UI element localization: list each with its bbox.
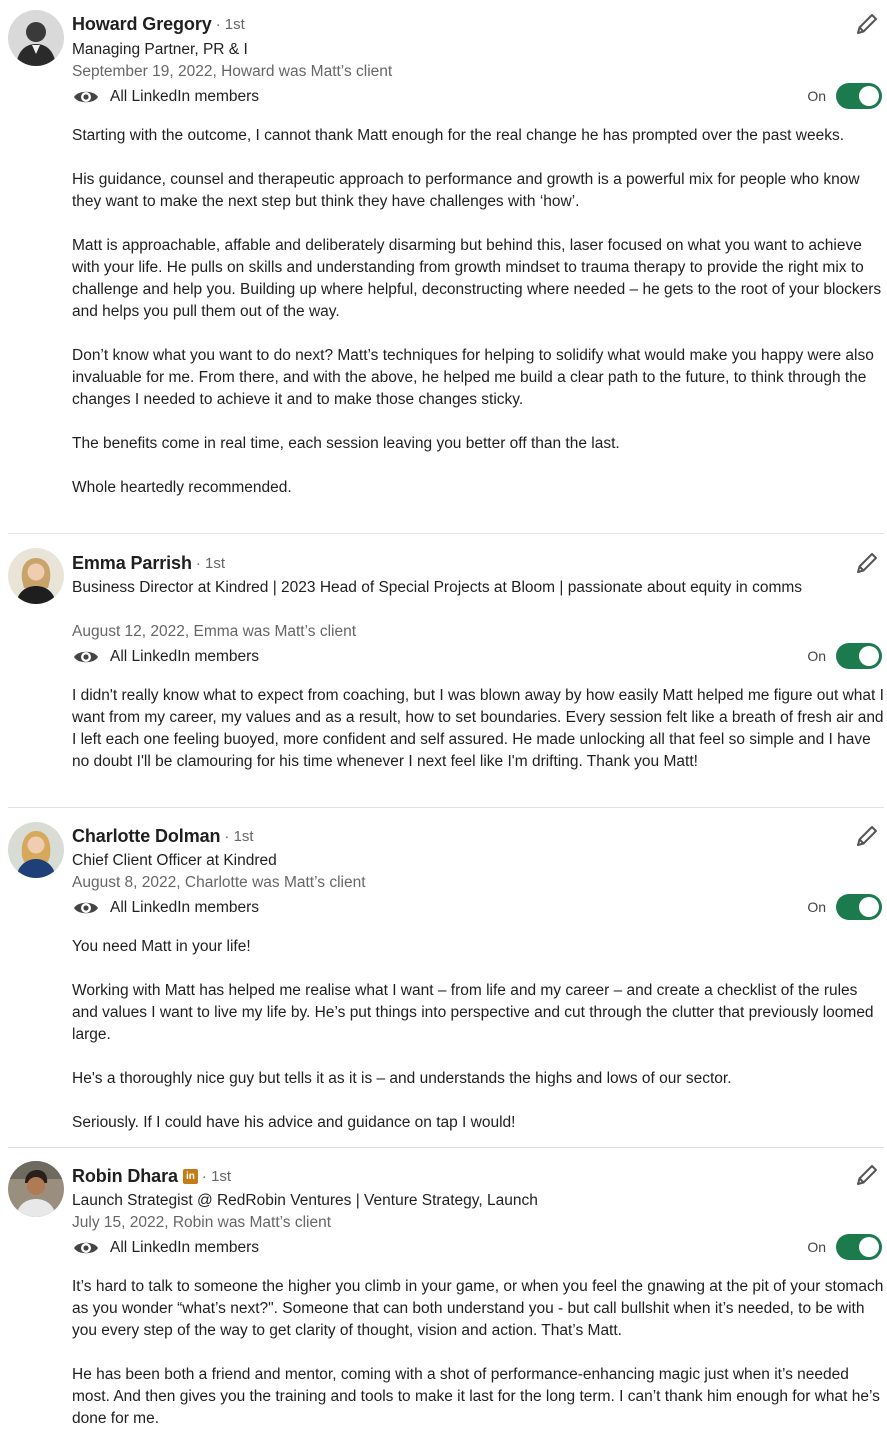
- visibility-toggle[interactable]: [836, 1234, 882, 1260]
- recommendation-paragraph: Working with Matt has helped me realise …: [72, 982, 874, 1043]
- edit-pencil-icon[interactable]: [853, 549, 881, 577]
- recommendation-paragraph: He's a thoroughly nice guy but tells it …: [72, 1070, 732, 1087]
- member-headline: Business Director at Kindred | 2023 Head…: [72, 579, 803, 596]
- visibility-toggle[interactable]: [836, 894, 882, 920]
- recommendation-paragraph: Starting with the outcome, I cannot than…: [72, 127, 845, 144]
- member-name[interactable]: Robin Dhara: [72, 1166, 178, 1187]
- visibility-label: All LinkedIn members: [110, 648, 260, 665]
- recommendation-date: August 8, 2022, Charlotte was Matt’s cli…: [72, 874, 366, 891]
- recommendation-item: Emma Parrish · 1st Business Director at …: [0, 534, 887, 808]
- recommendation-item: Robin Dhara in · 1st Launch Strategist @…: [0, 1148, 887, 1440]
- connection-degree: · 1st: [195, 554, 226, 572]
- toggle-knob: [859, 1237, 879, 1257]
- toggle-label: On: [807, 648, 826, 664]
- member-headline: Managing Partner, PR & I: [72, 41, 248, 58]
- avatar[interactable]: [8, 822, 64, 878]
- recommendation-paragraph: Seriously. If I could have his advice an…: [72, 1114, 516, 1131]
- recommendation-text: It’s hard to talk to someone the higher …: [72, 1276, 884, 1430]
- recommendation-paragraph: Don’t know what you want to do next? Mat…: [72, 347, 874, 408]
- toggle-label: On: [807, 88, 826, 104]
- avatar[interactable]: [8, 10, 64, 66]
- recommendation-paragraph: The benefits come in real time, each ses…: [72, 435, 620, 452]
- recommendation-text: Starting with the outcome, I cannot than…: [72, 125, 884, 499]
- recommendation-paragraph: Matt is approachable, affable and delibe…: [72, 237, 882, 320]
- member-headline: Chief Client Officer at Kindred: [72, 852, 277, 869]
- recommendation-text: You need Matt in your life! Working with…: [72, 936, 884, 1134]
- eye-icon: [74, 902, 98, 914]
- eye-icon: [74, 651, 98, 663]
- visibility-label: All LinkedIn members: [110, 899, 260, 916]
- visibility-label: All LinkedIn members: [110, 88, 260, 105]
- recommendation-paragraph: You need Matt in your life!: [72, 938, 251, 955]
- toggle-knob: [859, 897, 879, 917]
- visibility-label: All LinkedIn members: [110, 1239, 260, 1256]
- toggle-knob: [859, 646, 879, 666]
- avatar[interactable]: [8, 1161, 64, 1217]
- edit-pencil-icon[interactable]: [853, 822, 881, 850]
- recommendation-paragraph: I didn't really know what to expect from…: [72, 687, 884, 770]
- connection-degree: · 1st: [215, 15, 245, 33]
- toggle-knob: [859, 86, 879, 106]
- visibility-toggle[interactable]: [836, 643, 882, 669]
- connection-degree: · 1st: [224, 827, 254, 845]
- recommendation-item: Charlotte Dolman · 1st Chief Client Offi…: [0, 808, 887, 1148]
- linkedin-badge-icon: in: [182, 1168, 198, 1184]
- member-name[interactable]: Emma Parrish: [72, 553, 192, 574]
- recommendation-paragraph: It’s hard to talk to someone the higher …: [72, 1278, 884, 1339]
- toggle-label: On: [807, 899, 826, 915]
- recommendation-date: August 12, 2022, Emma was Matt’s client: [72, 623, 357, 640]
- recommendation-paragraph: He has been both a friend and mentor, co…: [72, 1366, 880, 1427]
- edit-pencil-icon[interactable]: [853, 1161, 881, 1189]
- recommendation-item: Howard Gregory · 1st Managing Partner, P…: [0, 0, 887, 534]
- eye-icon: [74, 1242, 98, 1254]
- recommendation-date: July 15, 2022, Robin was Matt’s client: [72, 1214, 332, 1231]
- eye-icon: [74, 91, 98, 103]
- recommendation-text: I didn't really know what to expect from…: [72, 685, 884, 773]
- visibility-toggle[interactable]: [836, 83, 882, 109]
- member-name[interactable]: Charlotte Dolman: [72, 826, 221, 847]
- avatar[interactable]: [8, 548, 64, 604]
- toggle-label: On: [807, 1239, 826, 1255]
- connection-degree: · 1st: [201, 1167, 232, 1185]
- recommendation-date: September 19, 2022, Howard was Matt’s cl…: [72, 63, 393, 80]
- member-name[interactable]: Howard Gregory: [72, 14, 212, 35]
- member-headline: Launch Strategist @ RedRobin Ventures | …: [72, 1192, 538, 1209]
- edit-pencil-icon[interactable]: [853, 10, 881, 38]
- recommendation-paragraph: His guidance, counsel and therapeutic ap…: [72, 171, 860, 210]
- recommendation-paragraph: Whole heartedly recommended.: [72, 479, 292, 496]
